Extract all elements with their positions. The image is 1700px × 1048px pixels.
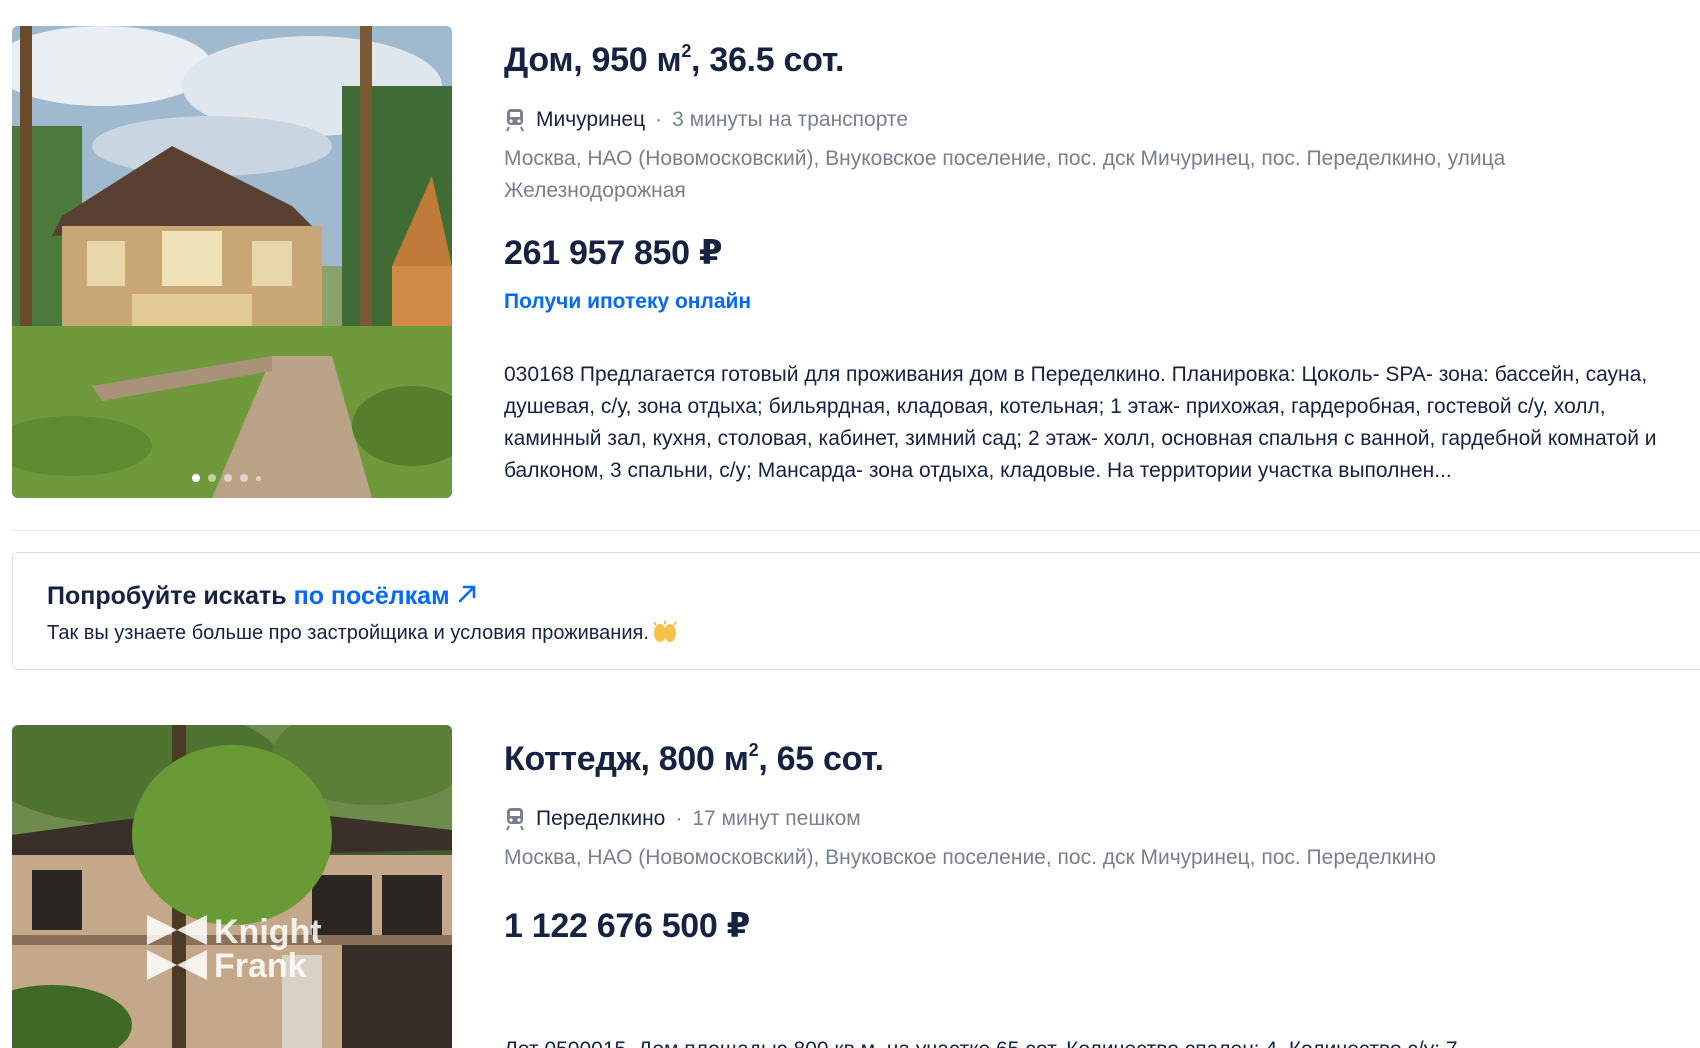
listing-title-rest: , 36.5 сот.	[691, 41, 845, 79]
listing-photo[interactable]	[12, 26, 452, 498]
house-photo-image	[12, 26, 452, 498]
listing-info: Коттедж, 800 м2, 65 сот. Переделкино · 1…	[504, 725, 1700, 1048]
listing-geo: Переделкино · 17 минут пешком	[504, 804, 1700, 834]
listing-address[interactable]: Москва, НАО (Новомосковский), Внуковское…	[504, 143, 1624, 207]
promo-link-text: по посёлкам	[293, 582, 450, 610]
listing-photo[interactable]: Knight Frank	[12, 725, 452, 1048]
listing-geo: Мичуринец · 3 минуты на транспорте	[504, 105, 1700, 135]
photo-pagination[interactable]	[192, 474, 261, 482]
search-results-page: Дом, 950 м2, 36.5 сот. Мичуринец · 3 мин…	[0, 0, 1700, 1048]
photo-dot[interactable]	[240, 474, 248, 482]
photo-dot[interactable]	[256, 475, 261, 481]
photo-dot[interactable]	[192, 474, 200, 482]
metro-time: 3 минуты на транспорте	[672, 108, 908, 131]
listing-card[interactable]: Knight Frank Коттедж, 800 м2, 65 сот. Пе…	[12, 725, 1700, 1048]
metro-station[interactable]: Мичуринец	[536, 108, 645, 132]
promo-text: Так вы узнаете больше про застройщика и …	[47, 619, 1677, 647]
cottage-photo-image: Knight Frank	[12, 725, 452, 1048]
metro-time: 17 минут пешком	[692, 807, 861, 830]
promo-text-content: Так вы узнаете больше про застройщика и …	[47, 622, 649, 644]
search-villages-link[interactable]: по посёлкам	[294, 582, 478, 610]
listing-title-sup: 2	[681, 41, 692, 61]
listing-address[interactable]: Москва, НАО (Новомосковский), Внуковское…	[504, 842, 1624, 874]
metro-station[interactable]: Переделкино	[536, 807, 665, 831]
promo-title: Попробуйте искать по посёлкам	[47, 579, 1677, 613]
listing-title-main: Дом, 950 м	[504, 41, 682, 79]
listing-title[interactable]: Дом, 950 м2, 36.5 сот.	[504, 26, 1700, 85]
separator-dot: ·	[655, 108, 663, 131]
photo-dot[interactable]	[208, 474, 216, 482]
listing-price: 261 957 850 ₽	[504, 234, 723, 272]
listing-title-rest: , 65 сот.	[758, 740, 884, 778]
listing-title[interactable]: Коттедж, 800 м2, 65 сот.	[504, 725, 1700, 784]
listing-price: 1 122 676 500 ₽	[504, 907, 751, 945]
train-icon	[506, 808, 524, 831]
listing-description: Лот 0500015. Дом площадью 800 кв.м. на у…	[504, 1034, 1694, 1048]
separator-dot: ·	[675, 807, 683, 830]
divider	[12, 530, 1700, 531]
watermark-knight: Knight	[214, 913, 322, 951]
raising-hands-emoji-icon	[653, 621, 677, 642]
promo-title-text: Попробуйте искать	[47, 582, 294, 610]
listing-description: 030168 Предлагается готовый для проживан…	[504, 363, 1657, 482]
listing-card[interactable]: Дом, 950 м2, 36.5 сот. Мичуринец · 3 мин…	[12, 26, 1700, 498]
mortgage-link[interactable]: Получи ипотеку онлайн	[504, 287, 751, 317]
listing-title-main: Коттедж, 800 м	[504, 740, 749, 778]
photo-dot[interactable]	[224, 474, 232, 482]
arrow-up-right-icon	[458, 585, 475, 603]
watermark-frank: Frank	[214, 947, 307, 985]
listing-title-sup: 2	[748, 740, 759, 760]
listing-info: Дом, 950 м2, 36.5 сот. Мичуринец · 3 мин…	[504, 26, 1700, 487]
train-icon	[506, 109, 524, 132]
promo-banner: Попробуйте искать по посёлкам Так вы узн…	[12, 552, 1700, 670]
